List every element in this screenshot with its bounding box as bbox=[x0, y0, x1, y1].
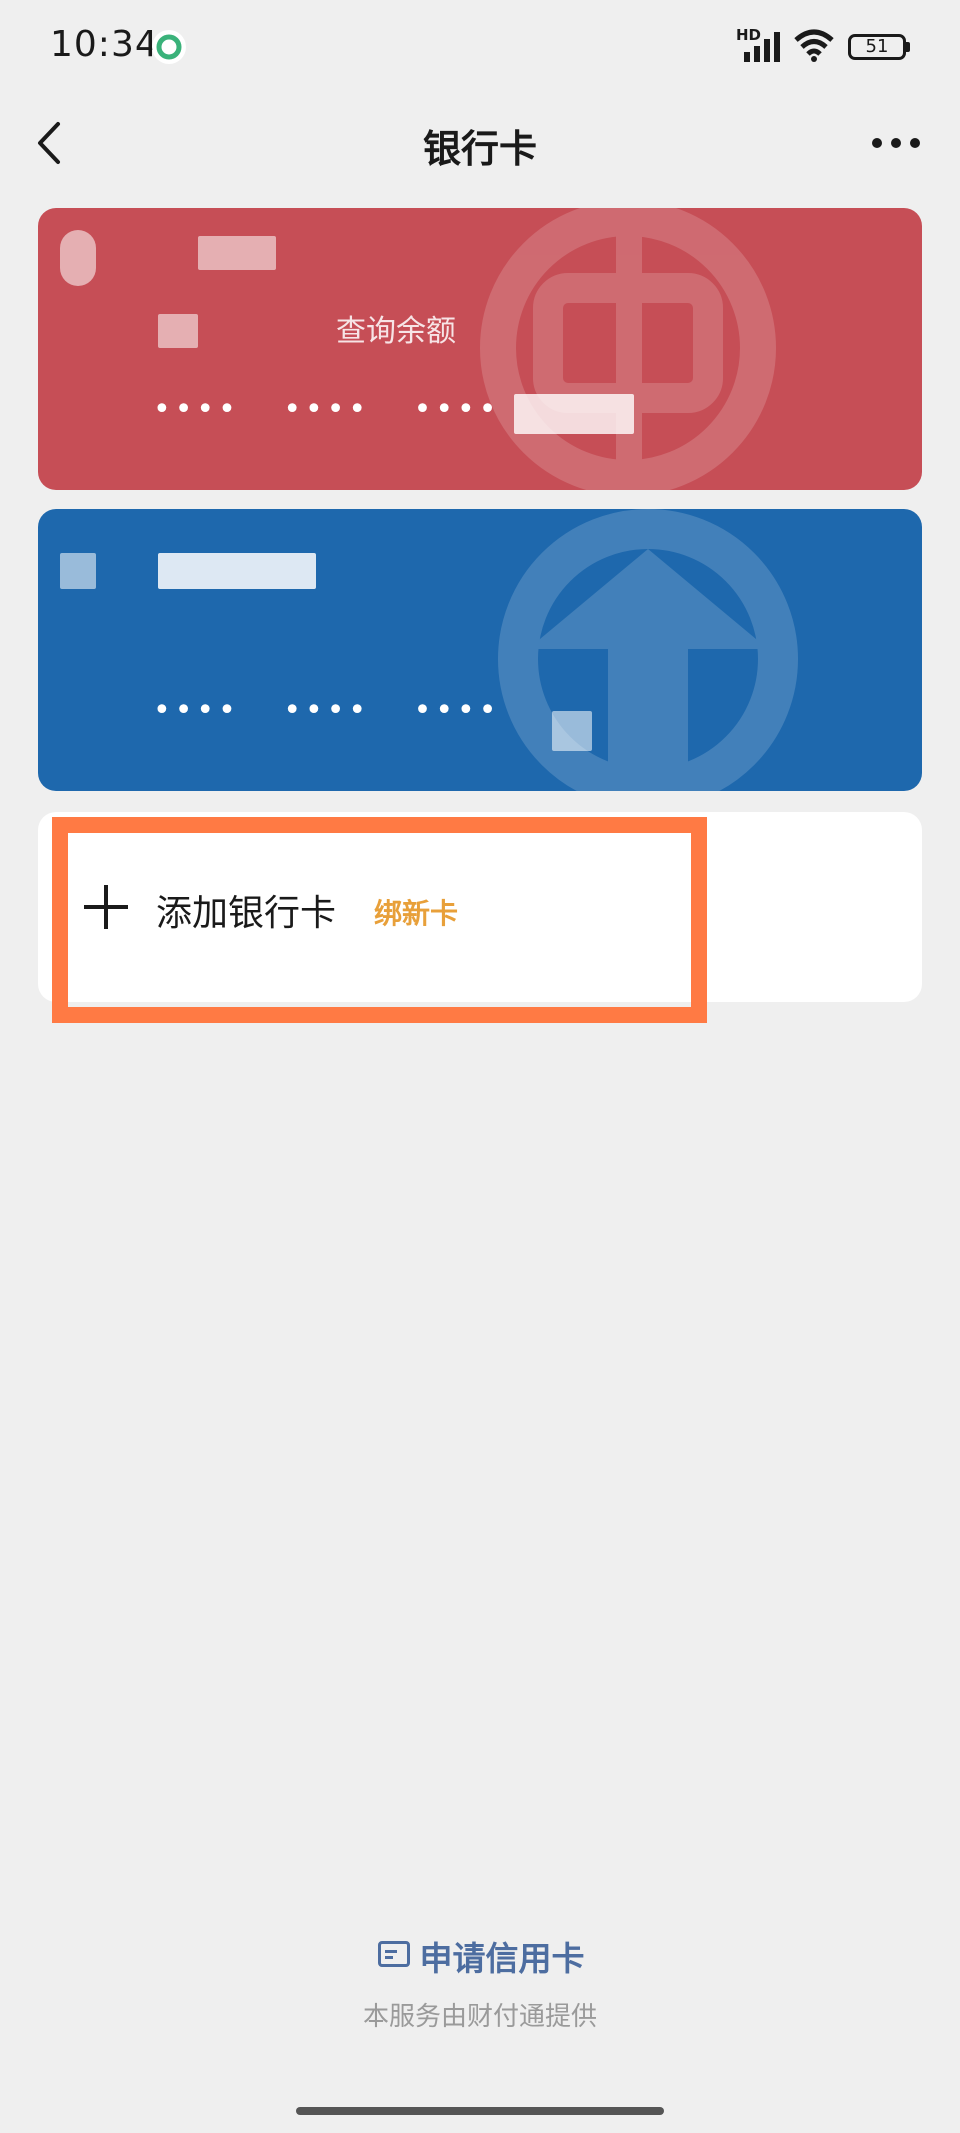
bank-name-mask bbox=[198, 236, 276, 270]
card-number-group: •••• bbox=[153, 392, 240, 427]
card-last-digits-mask bbox=[552, 711, 592, 751]
apply-credit-card-label: 申请信用卡 bbox=[419, 1939, 585, 1978]
card-number-group: •••• bbox=[283, 693, 371, 728]
more-icon-dot bbox=[891, 138, 901, 148]
status-time: 10:34 bbox=[50, 24, 159, 65]
home-indicator[interactable] bbox=[296, 2107, 664, 2115]
card-number-group: •••• bbox=[413, 693, 501, 728]
add-bank-card-label: 添加银行卡 bbox=[156, 893, 337, 934]
signal-icon bbox=[744, 32, 780, 62]
bank-cards-page: 10:34 HD 51 银行卡 查询余额 •••• •••• •••• ••••… bbox=[0, 0, 960, 2133]
card-number-group: •••• bbox=[283, 392, 371, 427]
status-bar: 10:34 HD 51 bbox=[0, 0, 960, 96]
bank-card-2[interactable]: •••• •••• •••• bbox=[38, 509, 922, 791]
card-number-masked: •••• •••• •••• bbox=[153, 392, 530, 427]
card-type-mask bbox=[158, 314, 198, 348]
bank-logo-watermark bbox=[480, 208, 776, 490]
bank-logo-mask bbox=[60, 230, 96, 286]
check-balance-link[interactable]: 查询余额 bbox=[336, 306, 456, 350]
promo-text: 绑新卡 bbox=[374, 897, 459, 930]
plus-icon bbox=[84, 885, 128, 929]
more-icon-dot bbox=[872, 138, 882, 148]
wifi-icon bbox=[794, 29, 834, 62]
more-icon-dot bbox=[910, 138, 920, 148]
apply-credit-card-link[interactable]: 申请信用卡 bbox=[0, 1932, 960, 1980]
bank-card-1[interactable]: 查询余额 •••• •••• •••• bbox=[38, 208, 922, 490]
page-title: 银行卡 bbox=[422, 127, 537, 171]
card-number-masked: •••• •••• •••• bbox=[153, 693, 530, 728]
bank-logo-watermark bbox=[498, 509, 798, 791]
bank-logo-mask bbox=[60, 553, 96, 589]
card-last-digits-mask bbox=[514, 394, 634, 434]
service-provider-text: 本服务由财付通提供 bbox=[362, 2002, 597, 2032]
more-button[interactable] bbox=[866, 124, 926, 158]
bank-name-mask bbox=[158, 553, 316, 589]
app-indicator-icon bbox=[152, 30, 186, 64]
battery-nub bbox=[906, 42, 910, 52]
card-number-group: •••• bbox=[153, 693, 240, 728]
battery-level: 51 bbox=[865, 36, 889, 57]
card-number-group: •••• bbox=[413, 392, 501, 427]
